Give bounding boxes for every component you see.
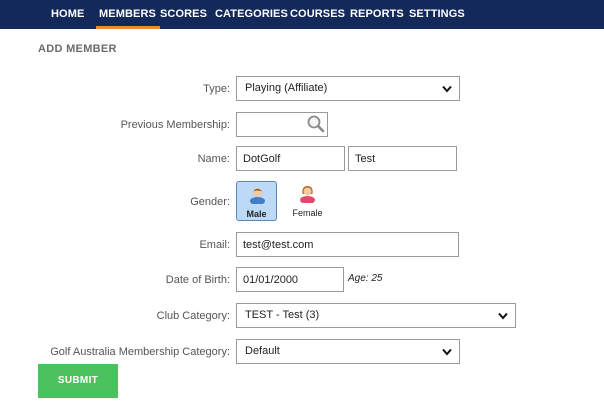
dob-label: Date of Birth:: [165, 274, 230, 286]
email-input[interactable]: [236, 232, 459, 257]
page-title: ADD MEMBER: [38, 43, 117, 55]
nav-item-members[interactable]: MEMBERS: [96, 0, 160, 29]
ga-category-label: Golf Australia Membership Category:: [50, 346, 230, 358]
last-name-input[interactable]: [348, 146, 457, 171]
top-nav-bar: HOME MEMBERS SCORES CATEGORIES COURSES R…: [0, 0, 604, 29]
search-icon[interactable]: [306, 114, 326, 134]
dob-input[interactable]: [236, 267, 344, 292]
type-label: Type:: [203, 83, 230, 95]
gender-female-button[interactable]: Female: [287, 181, 328, 221]
email-label: Email:: [199, 239, 230, 251]
club-category-select[interactable]: TEST - Test (3): [236, 303, 516, 328]
previous-membership-label: Previous Membership:: [120, 119, 230, 131]
male-user-icon: [250, 188, 265, 204]
type-select-value: Playing (Affiliate): [245, 82, 328, 94]
submit-button[interactable]: SUBMIT: [38, 364, 118, 398]
gender-male-label: Male: [246, 209, 267, 219]
chevron-down-icon: [442, 85, 452, 93]
nav-item-home[interactable]: HOME: [51, 0, 84, 29]
nav-item-scores[interactable]: SCORES: [160, 0, 207, 29]
female-user-icon: [300, 186, 315, 203]
club-category-label: Club Category:: [156, 310, 230, 322]
nav-item-settings[interactable]: SETTINGS: [409, 0, 465, 29]
nav-item-courses[interactable]: COURSES: [290, 0, 345, 29]
chevron-down-icon: [442, 348, 452, 356]
gender-label: Gender:: [190, 196, 230, 208]
nav-item-categories[interactable]: CATEGORIES: [215, 0, 288, 29]
age-text: Age: 25: [348, 273, 383, 284]
first-name-input[interactable]: [236, 146, 345, 171]
club-category-value: TEST - Test (3): [245, 309, 320, 321]
gender-female-label: Female: [292, 208, 323, 218]
type-select[interactable]: Playing (Affiliate): [236, 76, 460, 101]
ga-category-value: Default: [245, 345, 280, 357]
nav-item-reports[interactable]: REPORTS: [350, 0, 404, 29]
chevron-down-icon: [498, 312, 508, 320]
gender-male-button[interactable]: Male: [236, 181, 277, 221]
name-label: Name:: [197, 153, 230, 165]
ga-category-select[interactable]: Default: [236, 339, 460, 364]
